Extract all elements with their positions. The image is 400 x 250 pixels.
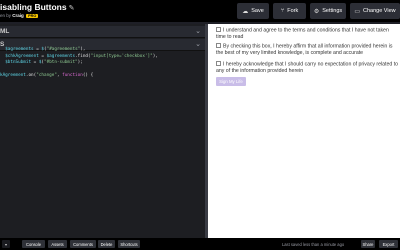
byline: en by Craig PRO bbox=[0, 13, 39, 18]
code-line: $agreements = $("#agreements"), bbox=[0, 47, 205, 54]
console-button[interactable]: Console bbox=[22, 240, 45, 248]
code-line: $btnSubmit = $("#btn-submit"); bbox=[0, 60, 205, 67]
save-button[interactable]: ☁ Save bbox=[237, 3, 269, 19]
agreement-item-privacy: I hereby acknowledge that I should carry… bbox=[216, 61, 400, 74]
shortcuts-button[interactable]: Shortcuts bbox=[118, 240, 140, 248]
code-token: .on( bbox=[25, 73, 37, 79]
export-button[interactable]: Export bbox=[379, 240, 398, 248]
agreement-checkbox[interactable] bbox=[216, 61, 221, 66]
code-token: = bbox=[31, 60, 39, 66]
submit-button-disabled[interactable]: Sign My Life bbox=[216, 77, 246, 86]
code-token: .find( bbox=[75, 53, 91, 59]
delete-button[interactable]: Delete bbox=[98, 240, 115, 248]
code-token: kAgreement bbox=[0, 73, 26, 79]
code-line: kAgreement.on("change", function() { bbox=[0, 73, 205, 80]
code-token: "#btn-submit" bbox=[44, 60, 78, 66]
bottom-footer: ▾ Console Assets Comments Delete Shortcu… bbox=[0, 238, 400, 250]
fork-icon: ⑂ bbox=[280, 8, 285, 14]
assets-button[interactable]: Assets bbox=[48, 240, 67, 248]
code-token: "input[type='checkbox']" bbox=[90, 53, 153, 59]
html-pane-header[interactable]: ML ⌄ bbox=[0, 26, 205, 38]
agreement-text: I understand and agree to the terms and … bbox=[216, 27, 389, 40]
share-button[interactable]: Share bbox=[361, 240, 375, 248]
fork-button-label: Fork bbox=[287, 8, 299, 14]
collapse-icon[interactable]: ▾ bbox=[2, 240, 10, 248]
code-token: = bbox=[38, 53, 47, 59]
fork-button[interactable]: ⑂ Fork bbox=[273, 3, 306, 19]
code-token: function bbox=[62, 73, 83, 79]
agreement-item-affirm: By checking this box, I hereby affirm th… bbox=[216, 43, 400, 56]
layout-view-icon: ▭ bbox=[354, 8, 361, 15]
save-status-text: Last saved less than a minute ago bbox=[282, 241, 345, 247]
change-view-button-label: Change View bbox=[363, 8, 396, 14]
chevron-down-icon[interactable]: ⌄ bbox=[195, 27, 201, 35]
code-token: "change" bbox=[36, 73, 57, 79]
byline-prefix: en by bbox=[0, 13, 12, 18]
pen-title[interactable]: isabling Buttons ✎ bbox=[0, 2, 74, 12]
settings-button-label: Settings bbox=[322, 8, 343, 14]
gear-icon: ⚙ bbox=[313, 8, 320, 15]
code-token: ); bbox=[77, 60, 83, 66]
pen-title-text[interactable]: isabling Buttons bbox=[0, 2, 67, 12]
cloud-save-icon: ☁ bbox=[242, 8, 249, 15]
top-header: isabling Buttons ✎ en by Craig PRO ☁ Save… bbox=[0, 0, 400, 22]
change-view-button[interactable]: ▭ Change View bbox=[350, 3, 400, 19]
code-token: ), bbox=[80, 47, 86, 52]
code-token: ), bbox=[152, 53, 158, 59]
author-link[interactable]: Craig bbox=[12, 13, 24, 18]
html-pane-label: ML bbox=[0, 28, 10, 35]
agreement-checkbox[interactable] bbox=[216, 43, 221, 48]
js-code-area[interactable]: $agreements = $("#agreements"), $chkAgre… bbox=[0, 47, 205, 80]
code-token: "#agreements" bbox=[46, 47, 81, 52]
settings-button[interactable]: ⚙ Settings bbox=[310, 3, 346, 19]
code-token: $btnSubmit bbox=[5, 60, 32, 66]
edit-title-pencil-icon[interactable]: ✎ bbox=[69, 5, 75, 12]
code-token: $agreements bbox=[5, 47, 34, 52]
pro-badge: PRO bbox=[26, 13, 39, 18]
code-token: $chkAgreement bbox=[5, 53, 39, 59]
agreement-text: I hereby acknowledge that I should carry… bbox=[216, 61, 399, 74]
code-token: $agreements bbox=[46, 53, 76, 59]
result-preview: I understand and agree to the terms and … bbox=[208, 24, 400, 238]
save-button-label: Save bbox=[251, 8, 264, 14]
agreement-item-terms: I understand and agree to the terms and … bbox=[216, 27, 400, 40]
agreement-checkbox[interactable] bbox=[216, 27, 221, 32]
code-token: () { bbox=[82, 73, 94, 79]
comments-button[interactable]: Comments bbox=[70, 240, 96, 248]
agreement-text: By checking this box, I hereby affirm th… bbox=[216, 43, 393, 56]
